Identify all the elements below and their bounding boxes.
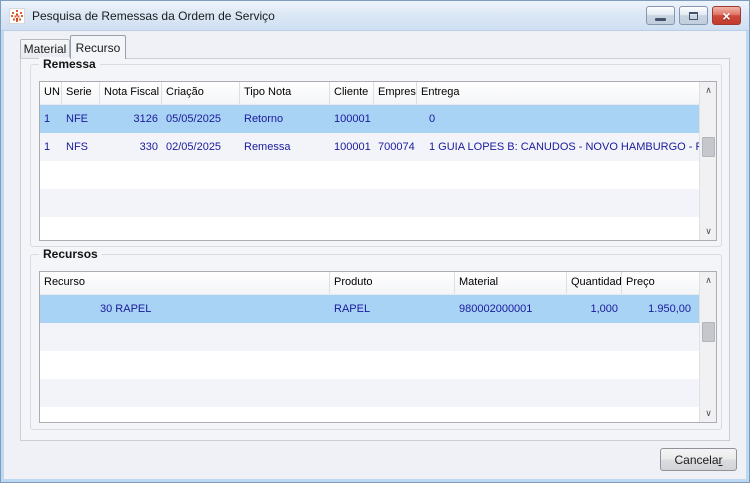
remessa-row[interactable]: 1 NFS 330 02/05/2025 Remessa 100001 7000…	[40, 133, 699, 161]
column-header-entrega[interactable]: Entrega	[417, 82, 699, 104]
cell-produto: RAPEL	[330, 295, 455, 323]
remessa-vertical-scrollbar[interactable]: ∧ ∨	[699, 82, 716, 240]
minimize-icon	[655, 18, 666, 21]
column-header-criacao[interactable]: Criação	[162, 82, 240, 104]
minimize-button[interactable]	[646, 6, 675, 25]
recursos-row-selected[interactable]: 30 RAPEL RAPEL 980002000001 1,000 1.950,…	[40, 295, 699, 323]
recursos-empty-row	[40, 407, 699, 423]
dialog-window: Pesquisa de Remessas da Ordem de Serviço…	[0, 0, 750, 483]
recursos-groupbox: Recursos Recurso Produto Material Quanti…	[30, 254, 722, 430]
column-header-recurso[interactable]: Recurso	[40, 272, 330, 294]
cell-quantidade: 1,000	[567, 295, 622, 323]
column-header-produto[interactable]: Produto	[330, 272, 455, 294]
recursos-empty-row	[40, 351, 699, 379]
remessa-groupbox: Remessa UN Serie Nota Fiscal Criação Tip…	[30, 64, 722, 247]
tab-material[interactable]: Material	[20, 39, 70, 59]
cell-recurso: 30 RAPEL	[40, 295, 330, 323]
column-header-un[interactable]: UN	[40, 82, 62, 104]
cell-preco: 1.950,00	[622, 295, 699, 323]
recursos-grid-data: Recurso Produto Material Quantidade Preç…	[40, 272, 699, 422]
scrollbar-thumb[interactable]	[702, 322, 715, 342]
column-header-tipo-nota[interactable]: Tipo Nota	[240, 82, 330, 104]
cell-empresa	[374, 105, 417, 133]
cancel-button-label: Cancelar	[674, 453, 722, 467]
column-header-empresa[interactable]: Empresa	[374, 82, 417, 104]
remessa-header-row: UN Serie Nota Fiscal Criação Tipo Nota C…	[40, 82, 699, 105]
cell-nota-fiscal: 3126	[100, 105, 162, 133]
title-bar[interactable]: Pesquisa de Remessas da Ordem de Serviço…	[1, 1, 749, 31]
column-header-preco[interactable]: Preço	[622, 272, 699, 294]
caption-buttons: ×	[646, 6, 741, 25]
scroll-up-icon[interactable]: ∧	[700, 82, 717, 99]
remessa-empty-row	[40, 161, 699, 189]
remessa-empty-row	[40, 189, 699, 217]
cell-nota-fiscal: 330	[100, 133, 162, 161]
scroll-down-icon[interactable]: ∨	[700, 223, 717, 240]
window-title: Pesquisa de Remessas da Ordem de Serviço	[32, 9, 275, 23]
cancel-button[interactable]: Cancelar	[660, 448, 737, 471]
cell-material: 980002000001	[455, 295, 567, 323]
close-button[interactable]: ×	[712, 6, 741, 25]
cell-tipo-nota: Retorno	[240, 105, 330, 133]
column-header-serie[interactable]: Serie	[62, 82, 100, 104]
cell-serie: NFS	[62, 133, 100, 161]
remessa-row-selected[interactable]: 1 NFE 3126 05/05/2025 Retorno 100001 0	[40, 105, 699, 133]
dialog-client-area: Material Recurso Remessa UN Serie Nota F…	[4, 31, 746, 479]
maximize-icon	[689, 12, 698, 20]
recursos-group-label: Recursos	[39, 247, 102, 262]
scrollbar-thumb[interactable]	[702, 137, 715, 157]
cell-serie: NFE	[62, 105, 100, 133]
recursos-grid: Recurso Produto Material Quantidade Preç…	[39, 271, 717, 423]
cell-un: 1	[40, 105, 62, 133]
recursos-header-row: Recurso Produto Material Quantidade Preç…	[40, 272, 699, 295]
recursos-empty-row	[40, 323, 699, 351]
recursos-empty-row	[40, 379, 699, 407]
maximize-button[interactable]	[679, 6, 708, 25]
cell-criacao: 02/05/2025	[162, 133, 240, 161]
scroll-up-icon[interactable]: ∧	[700, 272, 717, 289]
scroll-down-icon[interactable]: ∨	[700, 405, 717, 422]
tab-page-recurso: Remessa UN Serie Nota Fiscal Criação Tip…	[20, 58, 730, 441]
remessa-grid: UN Serie Nota Fiscal Criação Tipo Nota C…	[39, 81, 717, 241]
recursos-vertical-scrollbar[interactable]: ∧ ∨	[699, 272, 716, 422]
column-header-nota-fiscal[interactable]: Nota Fiscal	[100, 82, 162, 104]
cell-entrega: 0	[417, 105, 699, 133]
cell-tipo-nota: Remessa	[240, 133, 330, 161]
remessa-grid-data: UN Serie Nota Fiscal Criação Tipo Nota C…	[40, 82, 699, 240]
app-icon[interactable]	[9, 8, 25, 24]
column-header-quantidade[interactable]: Quantidade	[567, 272, 622, 294]
column-header-cliente[interactable]: Cliente	[330, 82, 374, 104]
column-header-material[interactable]: Material	[455, 272, 567, 294]
tab-recurso[interactable]: Recurso	[70, 35, 126, 59]
tab-recurso-label: Recurso	[76, 41, 121, 55]
tab-material-label: Material	[24, 42, 67, 56]
remessa-empty-row	[40, 217, 699, 241]
close-icon: ×	[722, 9, 730, 23]
app-logo-glyph	[11, 10, 23, 22]
cell-cliente: 100001	[330, 133, 374, 161]
cell-empresa: 700074	[374, 133, 417, 161]
cell-entrega: 1 GUIA LOPES B: CANUDOS - NOVO HAMBURGO …	[417, 133, 699, 161]
cell-cliente: 100001	[330, 105, 374, 133]
cell-criacao: 05/05/2025	[162, 105, 240, 133]
remessa-group-label: Remessa	[39, 57, 100, 72]
cell-un: 1	[40, 133, 62, 161]
